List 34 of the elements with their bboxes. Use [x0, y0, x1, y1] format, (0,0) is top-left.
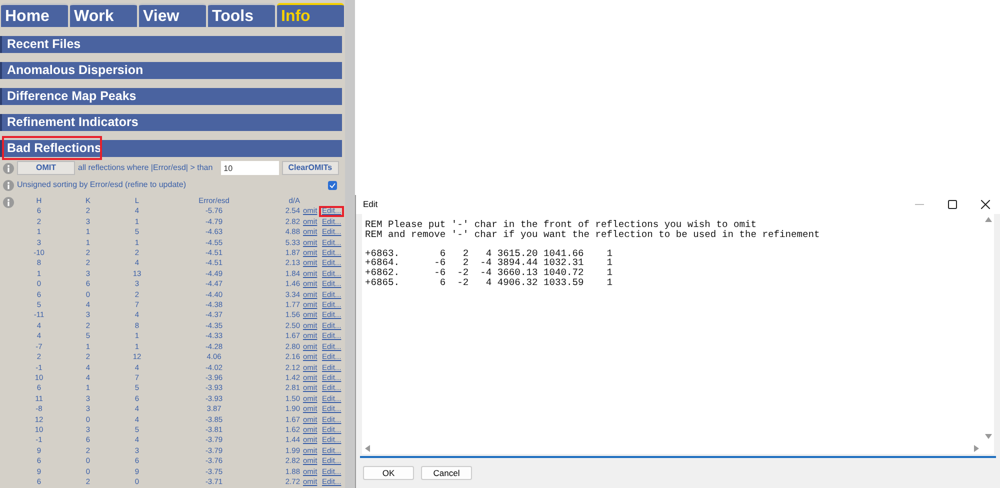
reflection-line: +6864. -6 2 -4 3894.44 1032.31 1: [365, 258, 614, 268]
section-header[interactable]: Refinement Indicators: [0, 114, 342, 131]
tab[interactable]: Tools: [208, 3, 275, 27]
reflection-line: +6865. 6 -2 4 4906.32 1033.59 1: [365, 278, 614, 288]
info-icon[interactable]: [3, 197, 14, 208]
section-header[interactable]: Bad Reflections: [0, 140, 342, 157]
tab[interactable]: Work: [70, 3, 137, 27]
tab[interactable]: Info: [277, 3, 344, 27]
scroll-down-icon[interactable]: [984, 434, 992, 439]
close-icon[interactable]: [981, 200, 990, 209]
scroll-up-icon[interactable]: [984, 217, 992, 222]
section-header[interactable]: Anomalous Dispersion: [0, 62, 342, 79]
threshold-field[interactable]: 10: [220, 161, 279, 175]
reflection-line: +6863. 6 2 4 3615.20 1041.66 1: [365, 248, 614, 258]
tab[interactable]: View: [139, 3, 206, 27]
comment-line: REM and remove '-' char if you want the reflection to be used in the refinement: [365, 230, 821, 240]
info-icon[interactable]: [3, 162, 14, 174]
clear-omits-button[interactable]: ClearOMITs: [282, 161, 339, 175]
dialog-button[interactable]: OK: [363, 466, 414, 480]
sorting-checkbox[interactable]: [328, 180, 337, 190]
maximize-icon[interactable]: [948, 200, 957, 209]
reflection-line: +6862. -6 -2 -4 3660.13 1040.72 1: [365, 268, 614, 278]
section-header[interactable]: Recent Files: [0, 36, 342, 53]
sorting-label: Unsigned sorting by Error/esd (refine to update): [17, 179, 187, 191]
scroll-right-icon[interactable]: [974, 444, 979, 452]
scroll-left-icon[interactable]: [365, 444, 370, 452]
dialog-button[interactable]: Cancel: [421, 466, 472, 480]
omit-label: all reflections where |Error/esd| > than: [78, 162, 213, 174]
comment-line: REM Please put '-' char in the front of reflections you wish to omit: [365, 220, 758, 230]
info-icon[interactable]: [3, 180, 14, 190]
window-title: Edit: [362, 198, 379, 211]
section-header[interactable]: Difference Map Peaks: [0, 88, 342, 105]
omit-button[interactable]: OMIT: [17, 161, 75, 175]
tab[interactable]: Home: [1, 3, 68, 27]
